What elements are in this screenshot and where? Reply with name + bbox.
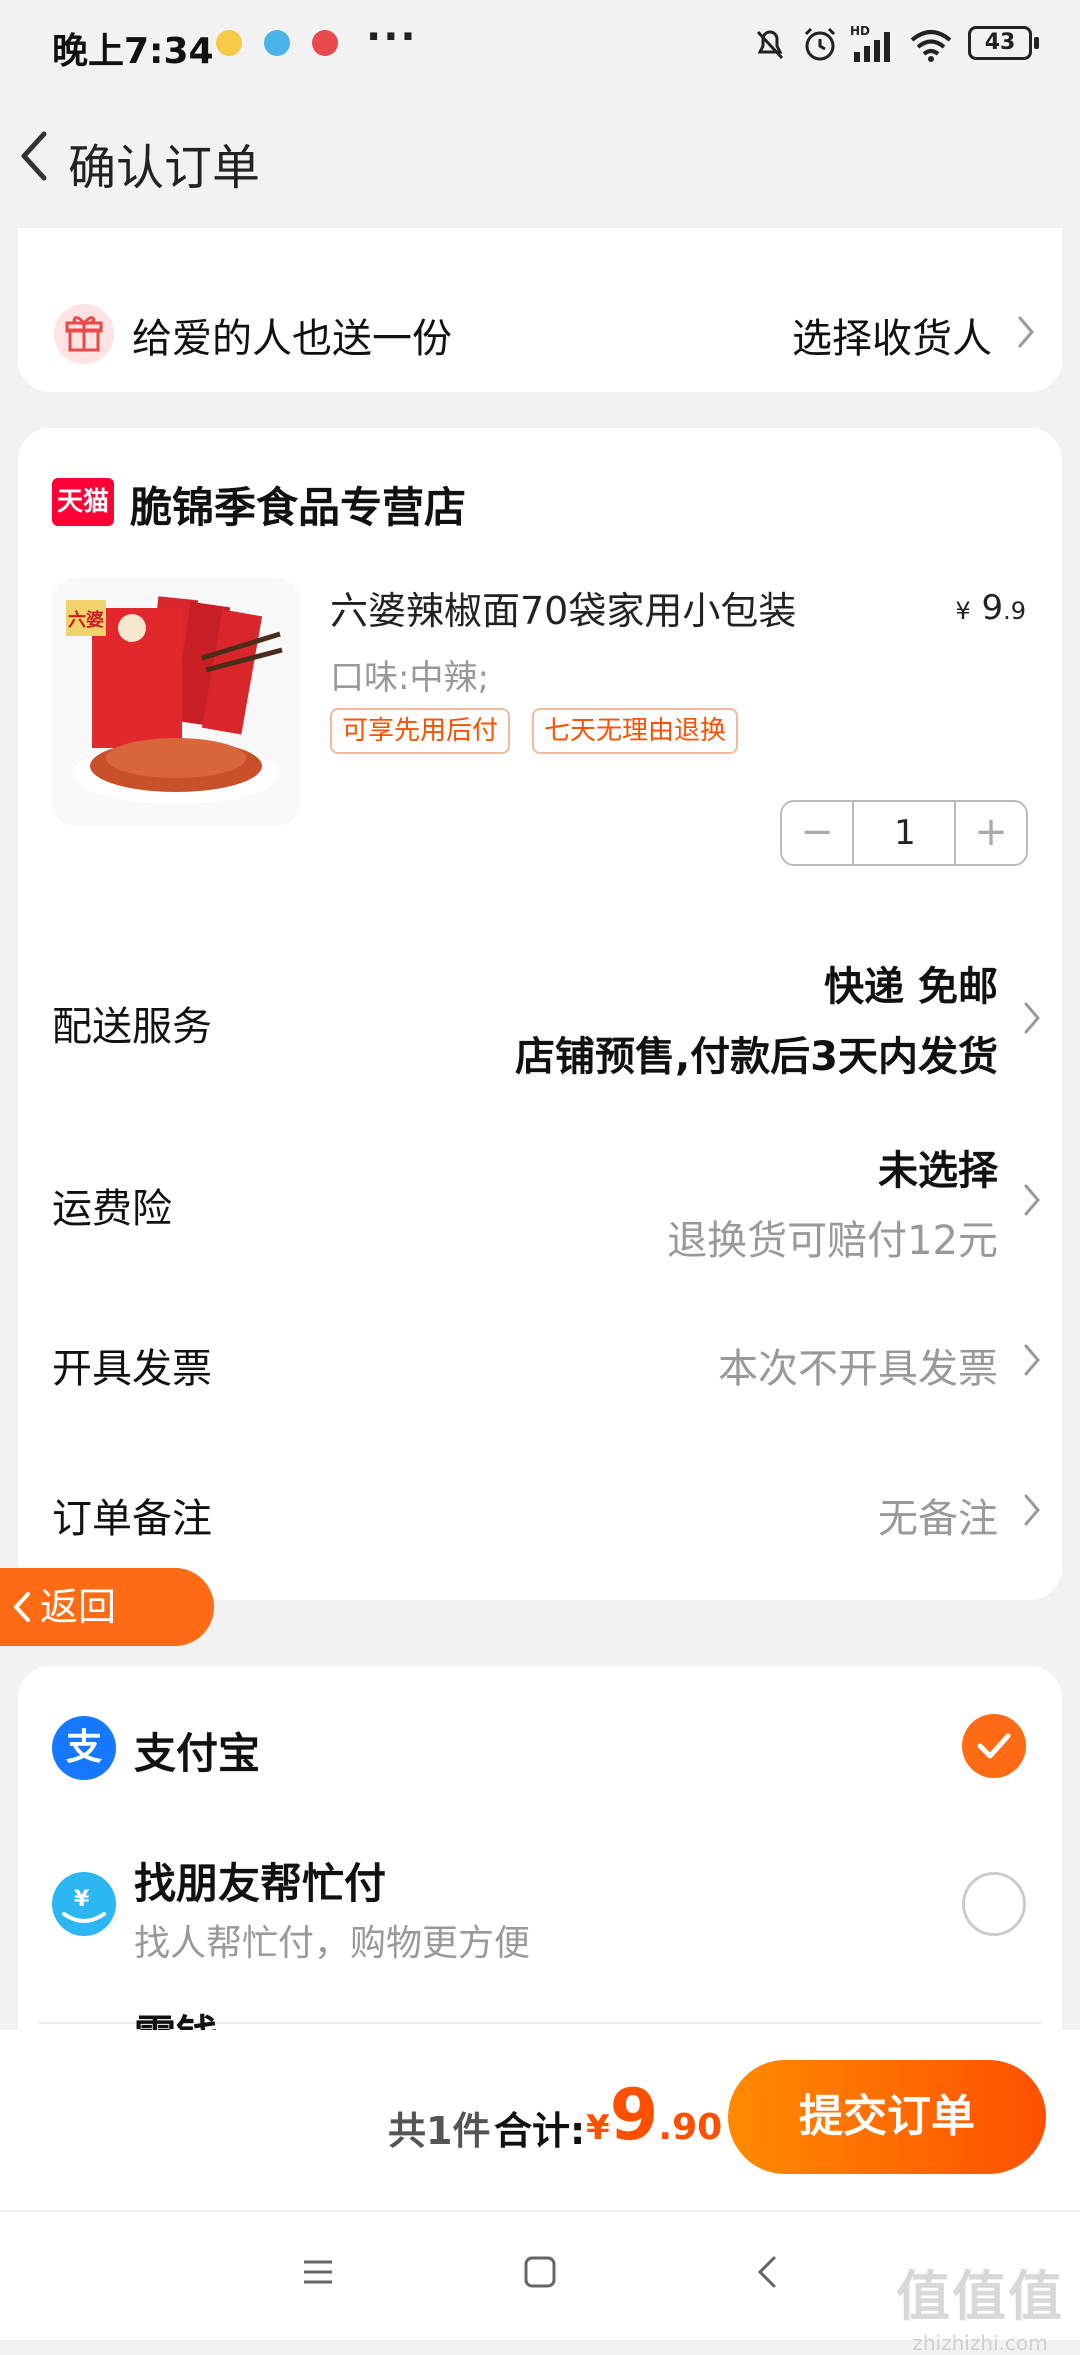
- checkout-bar: 共1件 合计: ¥9.90 提交订单: [0, 2030, 1080, 2210]
- note-label: 订单备注: [52, 1496, 212, 1542]
- insurance-label: 运费险: [52, 1186, 172, 1232]
- friend-pay-radio[interactable]: [962, 1872, 1026, 1936]
- chevron-right-icon[interactable]: [1020, 1180, 1044, 1220]
- quantity-stepper: − 1 +: [780, 800, 1028, 866]
- more-notifications-icon: ···: [366, 14, 418, 60]
- select-recipient-link[interactable]: 选择收货人: [792, 306, 992, 364]
- wifi-icon: [910, 30, 952, 62]
- quantity-minus-button[interactable]: −: [782, 802, 854, 864]
- product-image[interactable]: 六婆: [52, 578, 300, 826]
- svg-text:¥: ¥: [74, 1887, 90, 1912]
- friend-pay-icon: ¥: [52, 1872, 116, 1936]
- friend-pay-desc: 找人帮忙付，购物更方便: [134, 1923, 531, 1964]
- product-brand-text: 六婆: [68, 609, 104, 631]
- system-nav-bar: 值值值 zhizhizhi.com: [0, 2210, 1080, 2355]
- product-title[interactable]: 六婆辣椒面70袋家用小包装: [330, 580, 796, 635]
- status-time: 晚上7:34: [52, 31, 214, 72]
- delivery-presale: 店铺预售,付款后3天内发货: [514, 1034, 998, 1080]
- quantity-value[interactable]: 1: [854, 802, 956, 864]
- insurance-desc: 退换货可赔付12元: [667, 1218, 998, 1264]
- store-name[interactable]: 脆锦季食品专营店: [130, 474, 466, 535]
- quantity-plus-button[interactable]: +: [954, 802, 1026, 864]
- delivery-label-display: 配送服务: [52, 1004, 212, 1050]
- submit-order-button[interactable]: 提交订单: [728, 2060, 1046, 2174]
- friend-pay-label[interactable]: 找朋友帮忙付: [134, 1850, 386, 1911]
- mute-icon: [756, 30, 784, 60]
- total-currency: ¥: [586, 2108, 610, 2148]
- chevron-right-icon[interactable]: [1020, 998, 1044, 1038]
- floating-back-button[interactable]: 返回: [0, 1568, 214, 1646]
- invoice-value[interactable]: 本次不开具发票: [718, 1336, 998, 1394]
- alipay-icon: 支: [52, 1716, 116, 1780]
- floating-back-label: 返回: [40, 1585, 117, 1629]
- svg-text:HD: HD: [850, 24, 870, 38]
- chevron-right-icon[interactable]: [1020, 1490, 1044, 1530]
- product-price-dec: .9: [1003, 597, 1026, 625]
- product-price: ¥ 9.9: [955, 588, 1026, 628]
- total-amount: ¥9.90: [586, 2074, 722, 2156]
- change-pay-label[interactable]: 零钱: [134, 2002, 218, 2030]
- watermark-url: zhizhizhi.com: [912, 2331, 1048, 2355]
- total-int: 9: [609, 2074, 659, 2156]
- menu-icon[interactable]: [298, 2252, 338, 2292]
- signal-icon: HD: [850, 24, 890, 62]
- product-sku[interactable]: 口味:中辣;: [330, 650, 489, 699]
- app-header: 确认订单: [0, 92, 1080, 228]
- delivery-method: 快递 免邮: [824, 964, 998, 1010]
- note-value[interactable]: 无备注: [878, 1486, 998, 1544]
- battery-icon: 43: [968, 26, 1039, 60]
- alarm-icon: [804, 27, 836, 61]
- notification-icon: [312, 30, 338, 56]
- total-label: 合计:: [494, 2109, 586, 2153]
- chevron-right-icon: [1018, 316, 1034, 348]
- chevron-left-icon: [13, 1592, 30, 1622]
- total-dec: .90: [658, 2107, 723, 2148]
- watermark-logo: 值值值: [896, 2265, 1064, 2328]
- item-count: 共1件: [388, 2109, 491, 2153]
- gift-icon: [54, 304, 114, 364]
- chevron-right-icon[interactable]: [1020, 1340, 1044, 1380]
- tag-seven-day-return: 七天无理由退换: [532, 708, 739, 754]
- notification-icon: [216, 30, 242, 56]
- gift-text: 给爱的人也送一份: [132, 316, 452, 362]
- status-bar: 晚上7:34 ··· HD 43: [0, 0, 1080, 92]
- insurance-status: 未选择: [878, 1148, 998, 1194]
- alipay-label[interactable]: 支付宝: [134, 1720, 260, 1781]
- payment-card: 支 支付宝 ¥ 找朋友帮忙付 找人帮忙付，购物更方便 零钱: [18, 1666, 1062, 2030]
- alipay-selected-check[interactable]: [962, 1714, 1026, 1778]
- home-icon[interactable]: [520, 2252, 560, 2292]
- back-icon[interactable]: [12, 126, 56, 186]
- notification-icon: [264, 30, 290, 56]
- back-nav-icon[interactable]: [748, 2252, 788, 2292]
- product-price-currency: ¥: [955, 597, 971, 625]
- product-price-int: 9: [981, 588, 1004, 628]
- tmall-logo: 天猫: [52, 478, 114, 526]
- tag-pay-later: 可享先用后付: [330, 708, 511, 754]
- invoice-label: 开具发票: [52, 1346, 212, 1392]
- page-title: 确认订单: [68, 140, 261, 196]
- gift-card[interactable]: 给爱的人也送一份 选择收货人: [18, 228, 1062, 392]
